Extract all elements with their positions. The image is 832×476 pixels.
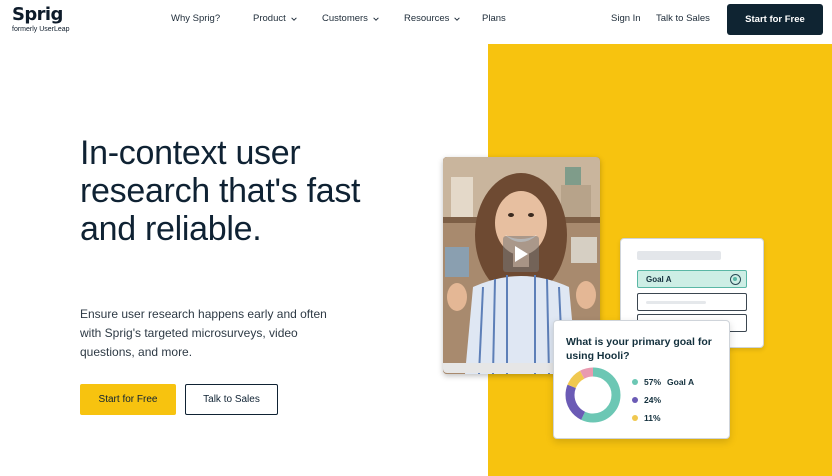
nav-item-product[interactable]: Product <box>253 13 297 24</box>
logo-wordmark: Sprig <box>12 4 63 25</box>
talk-to-sales-button[interactable]: Talk to Sales <box>185 384 278 415</box>
start-for-free-nav-button[interactable]: Start for Free <box>727 4 823 35</box>
play-icon <box>515 246 528 262</box>
poll-results-card: What is your primary goal for using Hool… <box>553 320 730 439</box>
legend-label: Goal A <box>667 377 695 387</box>
chevron-down-icon <box>373 16 379 21</box>
donut-chart <box>565 367 621 423</box>
start-for-free-button[interactable]: Start for Free <box>80 384 176 415</box>
sprig-logo[interactable]: Sprig formerly UserLeap <box>12 5 70 34</box>
legend-row: 24% <box>632 391 694 409</box>
legend-dot <box>632 397 638 403</box>
nav-item-label: Product <box>253 13 286 24</box>
legend-value: 57% <box>644 377 662 387</box>
nav-item-label: Why Sprig? <box>171 13 221 24</box>
sign-in-label: Sign In <box>611 13 641 24</box>
legend-row: 57% Goal A <box>632 373 694 391</box>
nav-item-label: Plans <box>482 13 506 24</box>
top-navigation: Sprig formerly UserLeap Why Sprig? Produ… <box>0 0 832 40</box>
survey-option-selected[interactable]: Goal A <box>637 270 747 288</box>
nav-item-why-sprig[interactable]: Why Sprig? <box>171 13 220 24</box>
survey-option-label: Goal A <box>646 274 672 284</box>
talk-to-sales-label: Talk to Sales <box>656 13 710 24</box>
placeholder-bar <box>637 251 721 260</box>
chevron-down-icon <box>291 16 297 21</box>
hero-subtext: Ensure user research happens early and o… <box>80 307 327 359</box>
nav-item-plans[interactable]: Plans <box>482 13 506 24</box>
chevron-down-icon <box>454 16 461 21</box>
nav-item-label: Resources <box>404 13 450 24</box>
legend-value: 11% <box>644 413 661 423</box>
nav-item-customers[interactable]: Customers <box>322 13 379 24</box>
legend-row: 11% <box>632 409 694 427</box>
radio-selected-icon <box>730 274 741 285</box>
nav-item-resources[interactable]: Resources <box>404 13 461 24</box>
play-button[interactable] <box>503 236 539 272</box>
legend-value: 24% <box>644 395 662 405</box>
poll-question: What is your primary goal for using Hool… <box>566 336 712 362</box>
sign-in-link[interactable]: Sign In <box>611 13 641 24</box>
legend-dot <box>632 415 638 421</box>
nav-item-label: Customers <box>322 13 368 24</box>
survey-option[interactable] <box>637 293 747 311</box>
legend-dot <box>632 379 638 385</box>
hero-headline: In-context user research that's fast and… <box>80 134 361 248</box>
talk-to-sales-link[interactable]: Talk to Sales <box>656 13 710 24</box>
poll-legend: 57% Goal A 24% 11% <box>632 373 694 427</box>
logo-subtitle: formerly UserLeap <box>12 26 70 33</box>
